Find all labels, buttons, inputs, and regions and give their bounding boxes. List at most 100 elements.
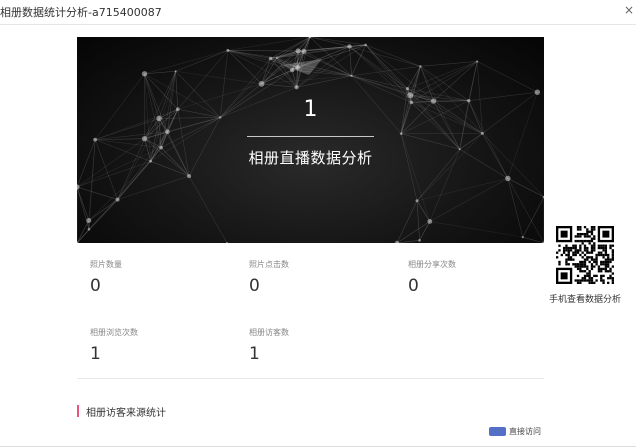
qr-finder-module [602, 230, 610, 238]
qr-module [574, 249, 577, 252]
qr-module [600, 244, 603, 247]
qr-module [583, 279, 587, 282]
network-node [294, 85, 299, 90]
qr-module [583, 244, 587, 247]
qr-module [576, 239, 580, 243]
qr-module [604, 244, 608, 247]
qr-module [590, 249, 594, 252]
stat-label: 照片数量 [90, 260, 122, 269]
qr-module [597, 270, 601, 273]
qr-module [581, 263, 584, 266]
qr-module [590, 230, 594, 233]
qr-module [572, 263, 575, 266]
qr-module [600, 279, 603, 282]
qr-module [597, 267, 601, 271]
qr-module [602, 260, 605, 264]
qr-module [574, 265, 577, 268]
qr-module [586, 256, 589, 259]
qr-module [602, 281, 605, 284]
qr-module [597, 251, 601, 254]
network-node [115, 197, 120, 202]
qr-module [611, 277, 614, 280]
qr-module [588, 274, 591, 278]
qr-module [567, 258, 570, 261]
qr-module [579, 244, 582, 247]
qr-module [611, 244, 614, 247]
qr-module [581, 251, 584, 254]
network-node [141, 136, 148, 142]
qr-module [576, 249, 580, 252]
qr-module [595, 258, 598, 261]
network-node [505, 175, 511, 182]
qr-module [611, 256, 614, 259]
qr-module [583, 232, 587, 236]
qr-module [583, 235, 587, 238]
stat-label: 相册访客数 [249, 328, 289, 337]
stat-label: 照片点击数 [249, 260, 289, 269]
qr-module [572, 244, 575, 247]
qr-module [586, 265, 589, 268]
banner-number: 1 [303, 97, 318, 122]
network-line [88, 161, 151, 221]
qr-module [558, 260, 561, 264]
qr-module [593, 242, 596, 245]
qr-module [579, 279, 582, 282]
network-line [117, 175, 190, 200]
network-line [77, 186, 90, 221]
qr-module [579, 239, 582, 243]
qr-module [602, 244, 605, 247]
qr-module [579, 235, 582, 238]
banner-divider [247, 136, 374, 137]
qr-module [586, 249, 589, 252]
network-node [405, 87, 409, 91]
qr-module [600, 263, 603, 266]
stat-label: 相册分享次数 [408, 260, 456, 269]
network-line [522, 236, 544, 243]
qr-module [579, 267, 582, 271]
qr-module [611, 265, 614, 268]
qr-module [604, 267, 608, 271]
qr-module [586, 279, 589, 282]
qr-module [602, 249, 605, 252]
qr-module [576, 263, 580, 266]
qr-module [607, 253, 610, 257]
network-line [77, 186, 90, 230]
qr-module [579, 270, 582, 273]
qr-caption: 手机查看数据分析 [548, 295, 621, 305]
network-line [507, 178, 524, 238]
qr-module [581, 279, 584, 282]
network-node [141, 71, 148, 77]
qr-module [590, 237, 594, 240]
stat-value: 0 [408, 276, 419, 296]
qr-module [586, 232, 589, 236]
stat-value: 0 [90, 276, 101, 296]
network-line [77, 199, 118, 243]
qr-module [602, 263, 605, 266]
qr-module [586, 272, 589, 275]
network-node [399, 132, 403, 135]
qr-module [593, 228, 596, 231]
qr-module [567, 256, 570, 259]
qr-module [572, 253, 575, 257]
qr-module [588, 242, 591, 245]
qr-module [593, 244, 596, 247]
network-line [77, 186, 118, 200]
qr-module [611, 249, 614, 252]
qr-module [607, 258, 610, 261]
network-line [349, 46, 352, 76]
network-node [275, 57, 278, 60]
qr-module [558, 249, 561, 252]
qr-module [586, 235, 589, 238]
close-icon[interactable]: × [624, 3, 634, 17]
qr-module [611, 272, 614, 275]
qr-module [604, 249, 608, 252]
qr-module [607, 260, 610, 264]
network-node [301, 48, 307, 54]
network-node [295, 48, 301, 54]
qr-module [600, 246, 603, 250]
qr-module [565, 260, 568, 264]
qr-module [558, 263, 561, 266]
qr-module [590, 256, 594, 259]
qr-module [556, 251, 559, 254]
network-line [416, 178, 508, 202]
